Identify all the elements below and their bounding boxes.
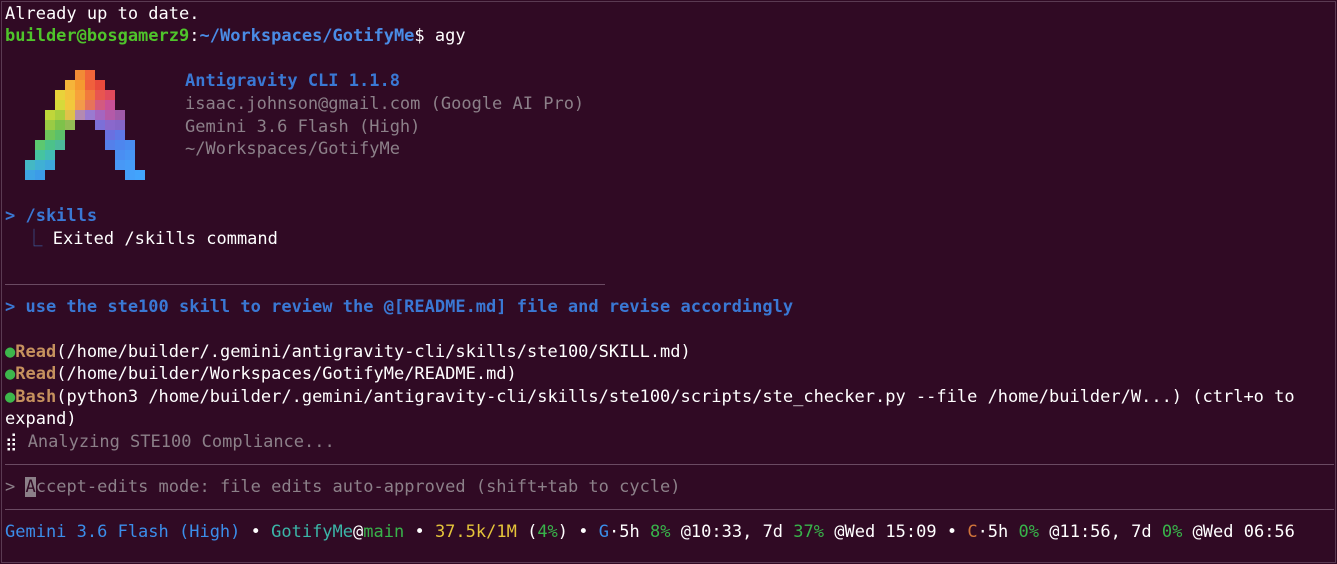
status-model: Gemini 3.6 Flash (High) — [5, 522, 241, 542]
banner-model: Gemini 3.6 Flash (High) — [185, 117, 421, 137]
status-g-5h-pct: 8% — [649, 522, 671, 542]
prompt-colon: : — [189, 26, 200, 46]
connector-icon: ⎿ — [5, 229, 53, 249]
tool-call: ●Read(/home/builder/.gemini/antigravity-… — [5, 341, 691, 363]
tool-name: Read — [15, 342, 57, 362]
tool-args: (/home/builder/.gemini/antigravity-cli/s… — [56, 342, 691, 362]
banner-account: isaac.johnson@gmail.com (Google AI Pro) — [185, 94, 585, 114]
shell-prompt: builder@bosgamerz9:~/Workspaces/GotifyMe… — [5, 25, 466, 47]
status-tokens: 37.5k/1M — [434, 522, 517, 542]
git-output: Already up to date. — [5, 4, 200, 24]
user-request: > use the ste100 skill to review the @[R… — [5, 297, 794, 317]
status-c-7d-pct: 0% — [1161, 522, 1183, 542]
status-sep: • — [404, 522, 435, 542]
status-dot-icon: ● — [5, 342, 16, 362]
prompt-user: builder@bosgamerz9 — [5, 26, 190, 46]
tool-args-wrap: expand) — [5, 409, 77, 429]
status-c-7d-reset: @Wed 06:56 — [1182, 522, 1295, 542]
input-divider-bottom — [5, 509, 1334, 510]
logo-pixels — [25, 70, 145, 180]
status-g-5h-reset: @10:33, 7d — [670, 522, 794, 542]
status-sep: • — [936, 522, 968, 542]
status-sep: • — [568, 522, 599, 542]
banner-title: Antigravity CLI 1.1.8 — [185, 71, 400, 91]
tool-name: Bash — [15, 387, 57, 407]
prompt-command: agy — [434, 26, 466, 46]
tool-args: (python3 /home/builder/.gemini/antigravi… — [56, 387, 1295, 407]
input-placeholder: ccept-edits mode: file edits auto-approv… — [35, 477, 681, 497]
status-sep: • — [240, 522, 272, 542]
status-c-5h-reset: @11:56, 7d — [1039, 522, 1162, 542]
divider — [5, 284, 605, 285]
status-c-5h: ·5h — [977, 522, 1019, 542]
status-tokens-pct: 4% — [537, 522, 558, 542]
status-dot-icon: ● — [5, 387, 16, 407]
status-c-label: C — [967, 522, 978, 542]
status-bar: Gemini 3.6 Flash (High) • GotifyMe@main … — [5, 521, 1295, 543]
input-divider-top — [5, 464, 1334, 465]
spinner-icon: ⣾ — [5, 432, 18, 452]
tool-name: Read — [15, 364, 57, 384]
skills-result: Exited /skills command — [52, 229, 278, 249]
status-at: @ — [353, 522, 364, 542]
spinner-line: ⣾ Analyzing STE100 Compliance... — [5, 431, 335, 453]
prompt-dollar: $ — [414, 26, 435, 46]
status-repo: GotifyMe — [271, 522, 354, 542]
status-paren-close: ) — [557, 522, 569, 542]
antigravity-logo — [25, 70, 145, 180]
status-branch: main — [363, 522, 405, 542]
status-paren-open: ( — [516, 522, 538, 542]
banner-cwd: ~/Workspaces/GotifyMe — [185, 139, 400, 159]
status-g-label: G — [598, 522, 610, 542]
status-g-5h: ·5h — [609, 522, 650, 542]
text-cursor: A — [25, 477, 36, 497]
skills-result-line: ⎿ Exited /skills command — [5, 228, 278, 250]
input-prompt: > — [5, 477, 26, 497]
prompt-path: ~/Workspaces/GotifyMe — [199, 26, 415, 46]
status-dot-icon: ● — [5, 364, 16, 384]
tool-call: ●Bash(python3 /home/builder/.gemini/anti… — [5, 386, 1295, 408]
spinner-text: Analyzing STE100 Compliance... — [17, 432, 335, 452]
tool-call: ●Read(/home/builder/Workspaces/GotifyMe/… — [5, 363, 517, 385]
tool-args: (/home/builder/Workspaces/GotifyMe/READM… — [56, 364, 517, 384]
skills-command: > /skills — [5, 206, 98, 226]
status-g-7d-pct: 37% — [793, 522, 824, 542]
status-g-7d-reset: @Wed 15:09 — [824, 522, 937, 542]
status-c-5h-pct: 0% — [1018, 522, 1039, 542]
prompt-input[interactable]: > Accept-edits mode: file edits auto-app… — [5, 476, 681, 498]
